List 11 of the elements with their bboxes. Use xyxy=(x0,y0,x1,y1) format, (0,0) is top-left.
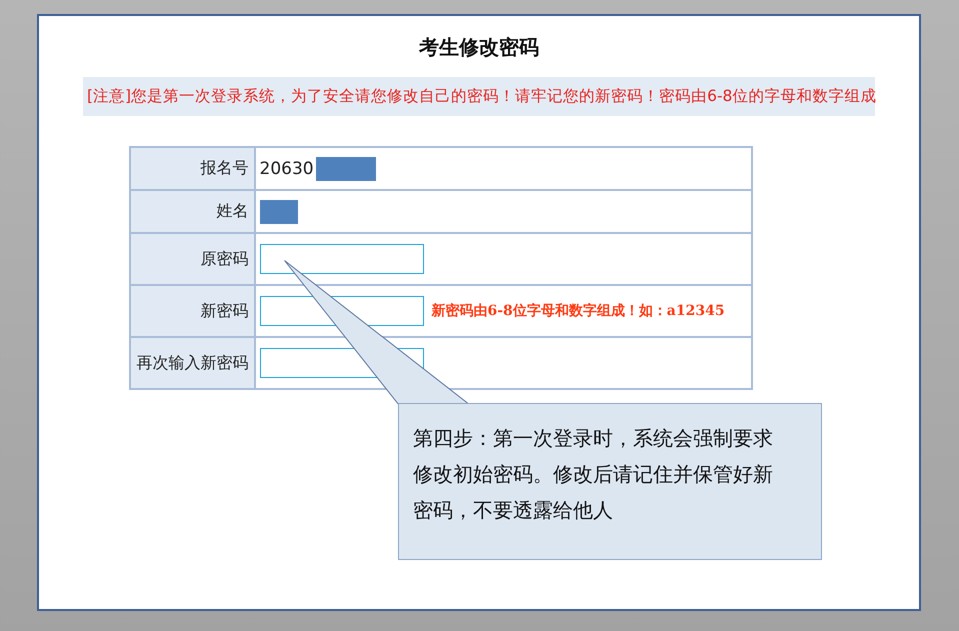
field-value: 20630 xyxy=(260,158,314,178)
notice-banner: [注意]您是第一次登录系统，为了安全请您修改自己的密码！请牢记您的新密码！密码由6-8位的字母和数字组成 xyxy=(83,77,875,116)
page-title: 考生修改密码 xyxy=(419,34,539,61)
field-label: 原密码 xyxy=(130,233,254,285)
field-label: 报名号 xyxy=(130,147,254,190)
field-label: 新密码 xyxy=(130,285,254,337)
hint-text: 新密码由6-8位字母和数字组成！如：a12345 xyxy=(432,302,725,320)
callout-text: 第四步：第一次登录时，系统会强制要求修改初始密码。修改后请记住并保管好新密码，不要透露给他人 xyxy=(413,425,774,524)
field-label: 再次输入新密码 xyxy=(130,337,254,389)
field-label: 姓名 xyxy=(130,190,254,233)
password-field[interactable] xyxy=(260,244,424,274)
